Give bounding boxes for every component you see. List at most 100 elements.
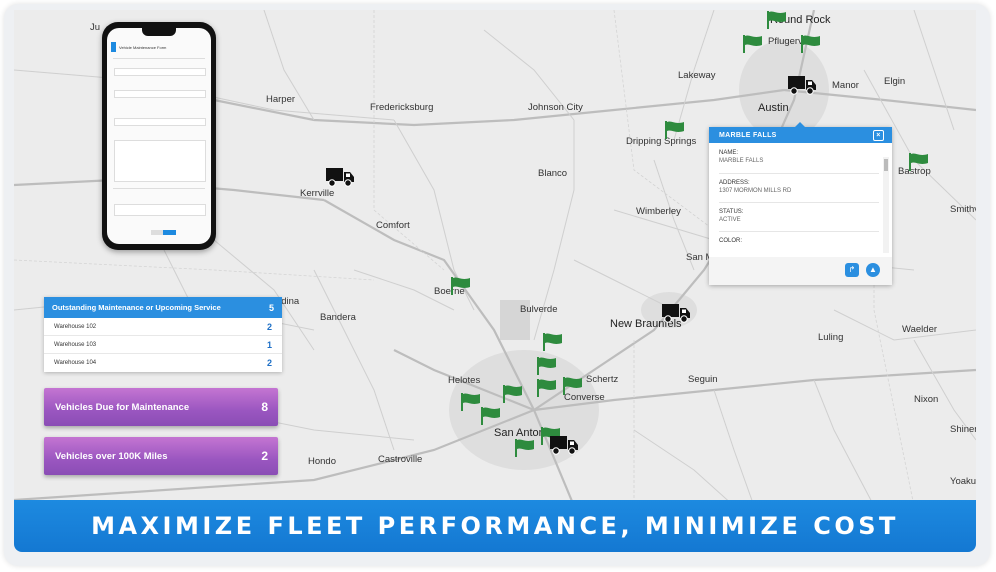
- card-count: 8: [261, 400, 268, 414]
- town-label: Hondo: [308, 456, 336, 467]
- vehicles-due-card[interactable]: Vehicles Due for Maintenance 8: [44, 388, 278, 426]
- popup-field-address: ADDRESS: 1307 MORMON MILLS RD: [719, 180, 791, 194]
- flag-icon[interactable]: [800, 34, 822, 54]
- flag-icon[interactable]: [502, 384, 524, 404]
- phone-input-1[interactable]: [114, 68, 206, 76]
- phone-input-3[interactable]: [114, 118, 206, 126]
- popup-header: MARBLE FALLS ×: [709, 127, 892, 143]
- maintenance-header: Outstanding Maintenance or Upcoming Serv…: [44, 297, 282, 318]
- phone-form-header: Vehicle Maintenance Form: [111, 40, 207, 54]
- town-label: Manor: [832, 80, 859, 91]
- card-label: Vehicles over 100K Miles: [55, 450, 168, 462]
- truck-icon[interactable]: [662, 302, 690, 324]
- popup-field-color: COLOR:: [719, 238, 742, 246]
- field-label: STATUS:: [719, 209, 744, 215]
- town-label: Shiner: [950, 424, 976, 435]
- list-item[interactable]: Warehouse 103 1: [44, 336, 282, 354]
- flag-icon[interactable]: [742, 34, 764, 54]
- flag-icon[interactable]: [514, 438, 536, 458]
- popup-scrollbar[interactable]: [883, 157, 889, 253]
- town-label: Smithvi: [950, 204, 976, 215]
- town-label: Wimberley: [636, 206, 681, 217]
- field-value: 1307 MORMON MILLS RD: [719, 188, 792, 194]
- town-label: Harper: [266, 94, 296, 105]
- scroll-thumb[interactable]: [884, 159, 888, 171]
- divider: [719, 231, 879, 232]
- popup-field-status: STATUS: ACTIVE: [719, 209, 743, 223]
- vehicles-100k-card[interactable]: Vehicles over 100K Miles 2: [44, 437, 278, 475]
- field-value: MARBLE FALLS: [719, 158, 764, 164]
- town-label: Fredericksburg: [370, 102, 434, 113]
- location-popup: MARBLE FALLS × NAME: MARBLE FALLS ADDRES…: [709, 122, 892, 285]
- town-label: Lakeway: [678, 70, 716, 81]
- phone-back-button[interactable]: [111, 42, 116, 52]
- popup-field-name: NAME: MARBLE FALLS: [719, 150, 763, 164]
- town-label: Castroville: [378, 454, 423, 465]
- flag-icon[interactable]: [664, 120, 686, 140]
- flag-icon[interactable]: [536, 356, 558, 376]
- town-label: Austin: [758, 102, 789, 114]
- navigate-icon[interactable]: ▲: [866, 263, 880, 277]
- truck-icon[interactable]: [550, 434, 578, 456]
- warehouse-name: Warehouse 104: [54, 359, 97, 366]
- town-label: Johnson City: [528, 102, 583, 113]
- town-label: Waelder: [902, 324, 938, 335]
- town-label: Blanco: [538, 168, 568, 179]
- warehouse-count: 2: [266, 321, 272, 332]
- town-label: Helotes: [448, 375, 481, 386]
- phone-save-button[interactable]: [163, 230, 176, 235]
- town-label: Kerrville: [300, 188, 335, 199]
- truck-icon[interactable]: [788, 74, 816, 96]
- warehouse-name: Warehouse 103: [54, 341, 97, 348]
- field-label: ADDRESS:: [719, 180, 750, 186]
- phone-notch: [142, 28, 176, 36]
- maintenance-count: 5: [268, 302, 274, 313]
- flag-icon[interactable]: [460, 392, 482, 412]
- card-count: 2: [261, 449, 268, 463]
- field-value: ACTIVE: [719, 217, 741, 223]
- banner: MAXIMIZE FLEET PERFORMANCE, MINIMIZE COS…: [14, 500, 976, 552]
- popup-footer: [709, 257, 892, 285]
- town-label: Bulverde: [520, 304, 558, 315]
- field-label: COLOR:: [719, 238, 743, 244]
- town-label: Ju: [90, 22, 101, 33]
- truck-icon[interactable]: [326, 166, 354, 188]
- flag-icon[interactable]: [562, 376, 584, 396]
- flag-icon[interactable]: [542, 332, 564, 352]
- phone-upload-area[interactable]: [114, 204, 206, 216]
- popup-title: MARBLE FALLS: [719, 131, 777, 139]
- warehouse-name: Warehouse 102: [54, 323, 97, 330]
- town-label: Comfort: [376, 220, 410, 231]
- maintenance-title: Outstanding Maintenance or Upcoming Serv…: [52, 303, 221, 312]
- warehouse-count: 2: [266, 357, 272, 368]
- card-label: Vehicles Due for Maintenance: [55, 401, 190, 413]
- town-label: Bandera: [320, 312, 356, 323]
- field-label: NAME:: [719, 150, 739, 156]
- town-label: Schertz: [586, 374, 619, 385]
- phone-input-2[interactable]: [114, 90, 206, 98]
- phone-mockup: Vehicle Maintenance Form: [102, 22, 216, 250]
- warehouse-count: 1: [266, 339, 272, 350]
- maintenance-panel: Outstanding Maintenance or Upcoming Serv…: [44, 297, 282, 372]
- flag-icon[interactable]: [908, 152, 930, 172]
- divider: [113, 58, 205, 59]
- flag-icon[interactable]: [766, 10, 788, 30]
- flag-icon[interactable]: [536, 378, 558, 398]
- directions-icon[interactable]: ↱: [845, 263, 859, 277]
- list-item[interactable]: Warehouse 102 2: [44, 318, 282, 336]
- phone-screen: Vehicle Maintenance Form: [107, 28, 211, 244]
- town-label: Luling: [818, 332, 844, 343]
- divider: [113, 188, 205, 189]
- town-label: Elgin: [884, 76, 906, 87]
- banner-text: MAXIMIZE FLEET PERFORMANCE, MINIMIZE COS…: [91, 512, 899, 540]
- phone-cancel-button[interactable]: [151, 230, 163, 235]
- flag-icon[interactable]: [480, 406, 502, 426]
- town-label: Seguin: [688, 374, 718, 385]
- list-item[interactable]: Warehouse 104 2: [44, 354, 282, 371]
- town-label: Nixon: [914, 394, 939, 405]
- divider: [719, 173, 879, 174]
- phone-form-title: Vehicle Maintenance Form: [119, 44, 167, 50]
- close-icon[interactable]: ×: [873, 130, 884, 141]
- phone-notes-field[interactable]: [114, 140, 206, 182]
- flag-icon[interactable]: [450, 276, 472, 296]
